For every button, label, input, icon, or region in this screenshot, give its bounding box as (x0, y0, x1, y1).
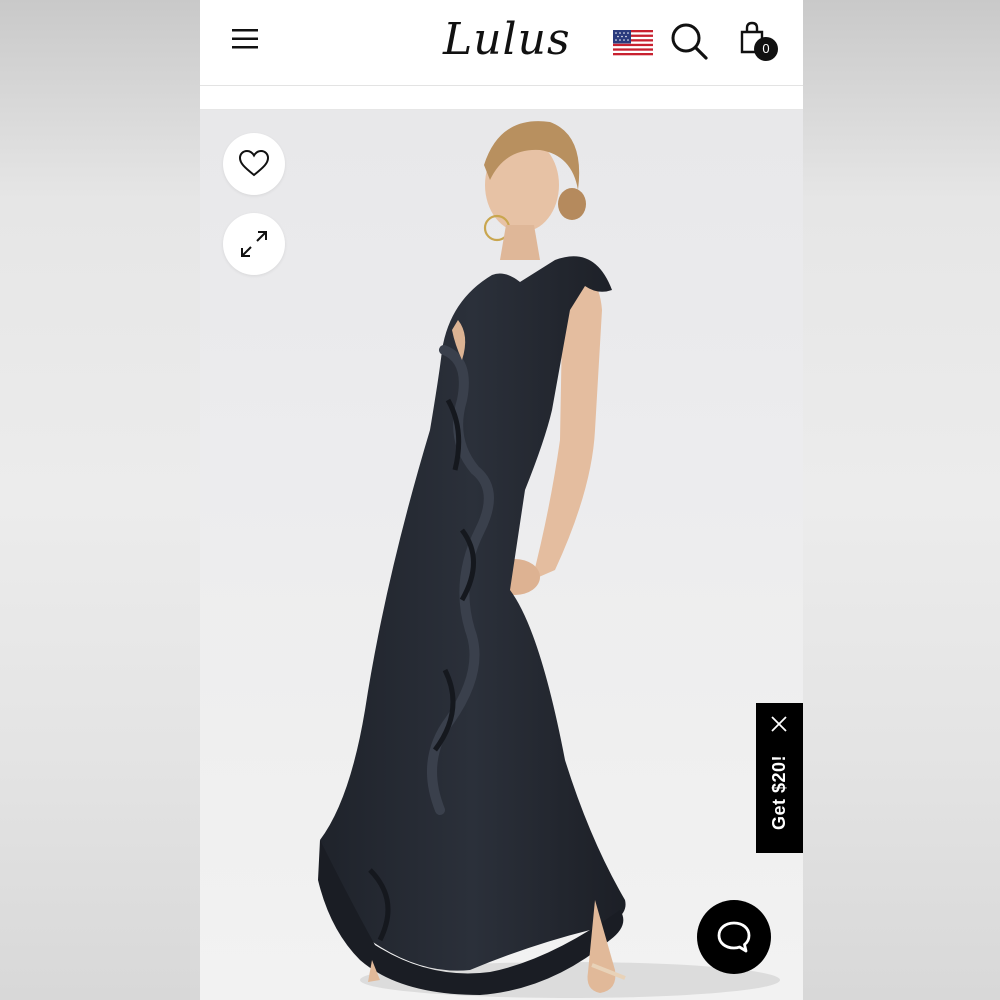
promo-side-tab[interactable]: Get $20! (756, 703, 803, 853)
search-icon[interactable] (668, 20, 710, 62)
us-flag-icon[interactable] (613, 28, 653, 60)
wishlist-heart-button[interactable] (223, 133, 285, 195)
lulus-logo[interactable]: Lulus (443, 14, 571, 65)
expand-arrows-icon (241, 231, 267, 257)
chat-button[interactable] (697, 900, 771, 974)
hamburger-menu-icon[interactable] (228, 24, 264, 54)
mobile-viewport: Lulus 0 Get $20! (200, 0, 803, 1000)
promo-label[interactable]: Get $20! (769, 754, 790, 829)
cart-count-badge: 0 (754, 37, 778, 61)
model-in-black-ruffle-maxi-dress (318, 121, 780, 998)
expand-image-button[interactable] (223, 213, 285, 275)
blurred-backdrop-right (802, 0, 1000, 1000)
close-icon[interactable] (770, 715, 788, 733)
heart-icon (238, 149, 270, 177)
chat-bubble-icon (717, 921, 751, 953)
sub-header-bar (200, 86, 803, 110)
blurred-backdrop-left (0, 0, 200, 1000)
product-image[interactable] (200, 110, 803, 1000)
top-nav-bar: Lulus 0 (200, 0, 803, 86)
